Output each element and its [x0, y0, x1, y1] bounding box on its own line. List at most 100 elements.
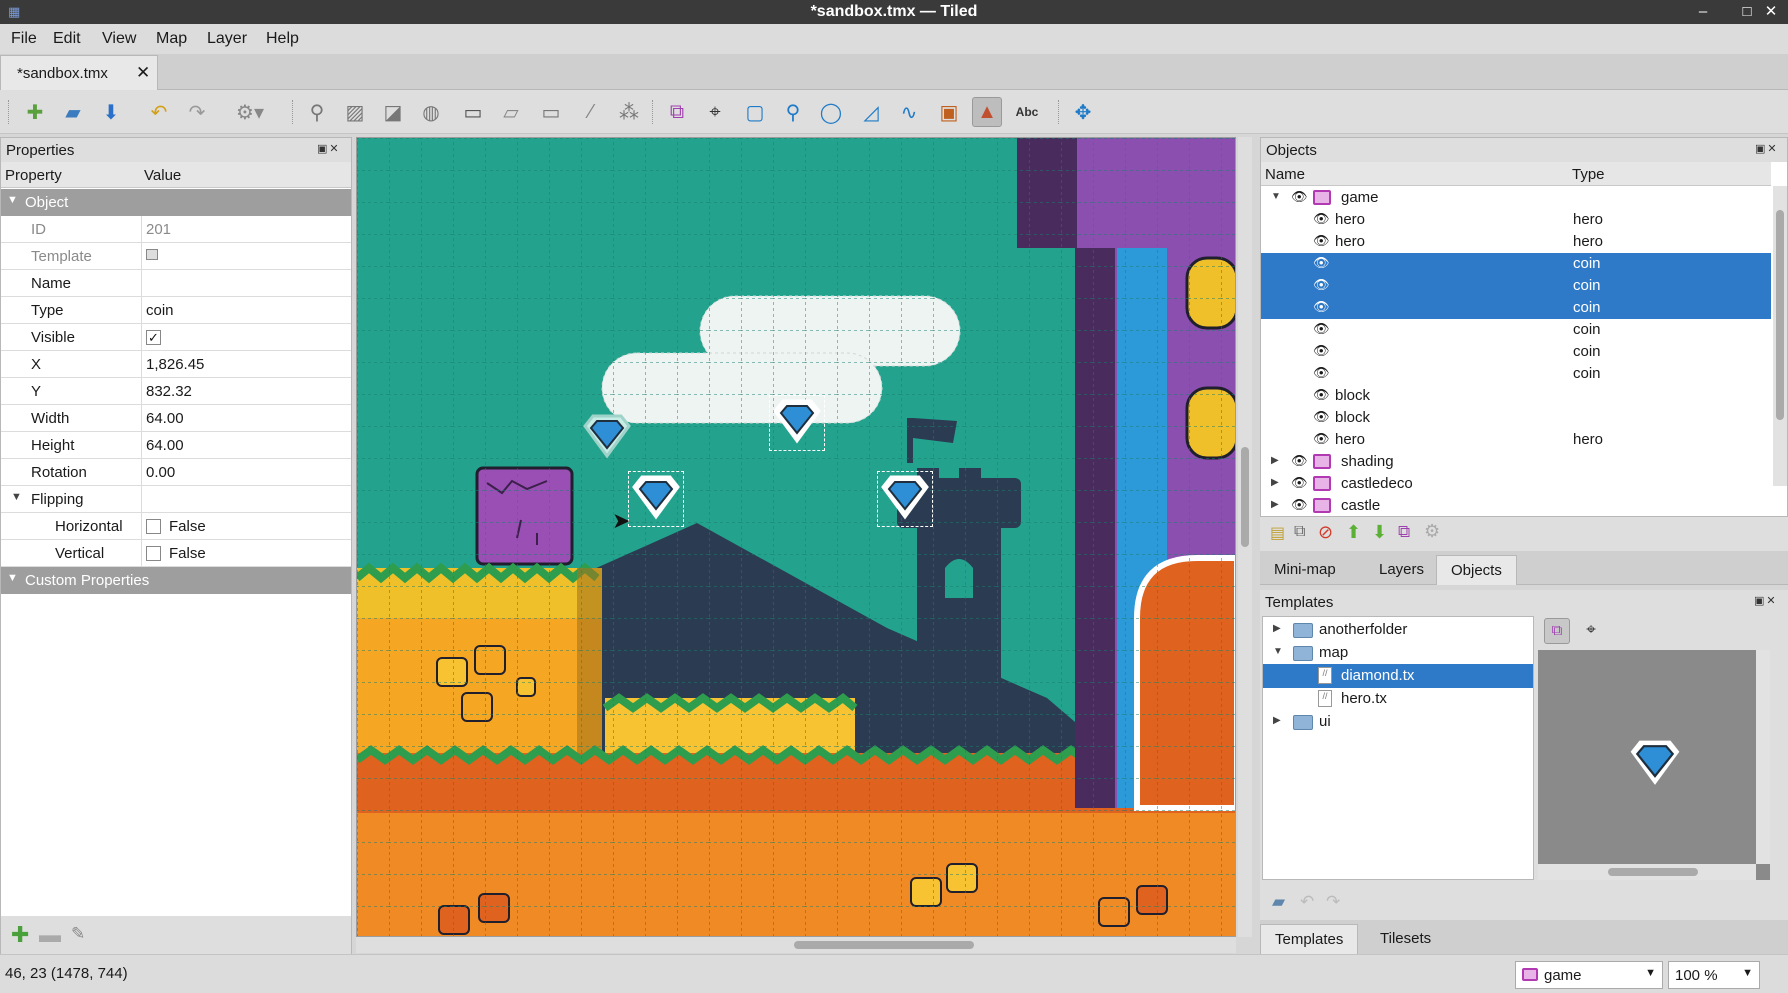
duplicate-icon[interactable]: ⧉: [1294, 523, 1305, 541]
document-tab[interactable]: *sandbox.tmx ✕: [0, 55, 158, 90]
minimize-icon[interactable]: –: [1692, 2, 1714, 22]
insert-ellipse-icon[interactable]: ◯: [816, 97, 846, 127]
visibility-eye-icon[interactable]: 👁: [1313, 299, 1330, 315]
flip-horizontal-checkbox[interactable]: [146, 519, 161, 534]
object-row[interactable]: 👁 coin: [1261, 363, 1771, 385]
group-custom-properties[interactable]: ▼ Custom Properties: [1, 567, 351, 594]
coin-diamond[interactable]: [579, 410, 635, 466]
visibility-eye-icon[interactable]: 👁: [1313, 431, 1330, 447]
insert-text-icon[interactable]: Abc: [1012, 97, 1042, 127]
expand-icon[interactable]: ▶: [1271, 477, 1279, 488]
move-to-layer-icon[interactable]: ⧉: [1398, 522, 1410, 542]
prop-visible[interactable]: Visible ✓: [1, 324, 351, 351]
expand-icon[interactable]: ▶: [1273, 715, 1281, 726]
object-row[interactable]: 👁 hero hero: [1261, 209, 1771, 231]
move-up-icon[interactable]: ⬆: [1346, 522, 1361, 543]
object-row[interactable]: 👁 hero hero: [1261, 429, 1771, 451]
visibility-eye-icon[interactable]: 👁: [1313, 233, 1330, 249]
col-name[interactable]: Name: [1265, 166, 1305, 183]
object-row[interactable]: 👁 coin: [1261, 341, 1771, 363]
col-property[interactable]: Property: [5, 167, 62, 184]
object-row[interactable]: 👁 block: [1261, 385, 1771, 407]
close-tab-icon[interactable]: ✕: [136, 63, 150, 83]
visible-checkbox[interactable]: ✓: [146, 330, 161, 345]
maximize-icon[interactable]: □: [1736, 2, 1758, 22]
insert-point-icon[interactable]: ⚲: [778, 97, 808, 127]
stamp-brush-icon[interactable]: ⚲: [302, 97, 332, 127]
object-layer-row[interactable]: ▶ 👁 shading: [1261, 451, 1771, 473]
new-layer-icon[interactable]: ▤: [1270, 523, 1285, 543]
visibility-eye-icon[interactable]: 👁: [1291, 453, 1308, 469]
prop-type[interactable]: Type coin: [1, 297, 351, 324]
dock-float-icon[interactable]: ▣✕: [1755, 142, 1779, 155]
prop-rotation[interactable]: Rotation 0.00: [1, 459, 351, 486]
map-horizontal-scrollbar[interactable]: [356, 937, 1236, 953]
flip-vertical-checkbox[interactable]: [146, 546, 161, 561]
objects-scroll-thumb[interactable]: [1776, 210, 1784, 420]
prop-name[interactable]: Name: [1, 270, 351, 297]
map-canvas[interactable]: ➤: [356, 137, 1236, 937]
object-layer-row[interactable]: ▼ 👁 game: [1261, 187, 1771, 209]
edit-template-tool-icon[interactable]: ⌖: [1578, 618, 1604, 644]
object-row[interactable]: 👁 coin: [1261, 275, 1771, 297]
visibility-eye-icon[interactable]: 👁: [1313, 409, 1330, 425]
object-row[interactable]: 👁 block: [1261, 407, 1771, 429]
rename-property-icon[interactable]: ✎: [71, 924, 85, 944]
insert-polyline-icon[interactable]: ∿: [894, 97, 924, 127]
new-file-icon[interactable]: ✚: [20, 97, 50, 127]
select-objects-icon[interactable]: ⧉: [662, 97, 692, 127]
tab-layers[interactable]: Layers: [1365, 555, 1438, 585]
terrain-brush-icon[interactable]: ▨: [340, 97, 370, 127]
prop-flip-vertical[interactable]: Vertical False: [1, 540, 351, 567]
shape-fill-icon[interactable]: ▭: [458, 97, 488, 127]
col-type[interactable]: Type: [1572, 166, 1605, 183]
remove-property-icon[interactable]: ▬: [39, 922, 61, 948]
eraser-icon[interactable]: ▱: [496, 97, 526, 127]
dock-float-icon[interactable]: ▣✕: [317, 142, 341, 155]
insert-rectangle-icon[interactable]: ▢: [740, 97, 770, 127]
commands-gear-icon[interactable]: ⚙▾: [228, 97, 272, 127]
visibility-eye-icon[interactable]: 👁: [1313, 321, 1330, 337]
zoom-combo[interactable]: 100 % ▼: [1668, 961, 1760, 989]
menu-layer[interactable]: Layer: [207, 30, 247, 48]
prop-flip-horizontal[interactable]: Horizontal False: [1, 513, 351, 540]
horizontal-scroll-thumb[interactable]: [794, 941, 974, 949]
col-value[interactable]: Value: [144, 167, 181, 184]
delete-icon[interactable]: ⊘: [1318, 522, 1333, 543]
menu-view[interactable]: View: [102, 30, 136, 48]
move-icon[interactable]: ✥: [1068, 97, 1098, 127]
undo-icon[interactable]: ↶: [1300, 892, 1314, 912]
move-down-icon[interactable]: ⬇: [1372, 522, 1387, 543]
object-row[interactable]: 👁 coin: [1261, 297, 1771, 319]
object-layer-row[interactable]: ▶ 👁 castledeco: [1261, 473, 1771, 495]
current-layer-combo[interactable]: game ▼: [1515, 961, 1663, 989]
redo-icon[interactable]: ↷: [1326, 892, 1340, 912]
prop-height[interactable]: Height 64.00: [1, 432, 351, 459]
open-file-icon[interactable]: ▰: [58, 97, 88, 127]
bucket-fill-icon[interactable]: ◍: [416, 97, 446, 127]
wang-brush-icon[interactable]: ◪: [378, 97, 408, 127]
prop-width[interactable]: Width 64.00: [1, 405, 351, 432]
visibility-eye-icon[interactable]: 👁: [1313, 387, 1330, 403]
visibility-eye-icon[interactable]: 👁: [1313, 365, 1330, 381]
preview-hscroll-thumb[interactable]: [1608, 868, 1698, 876]
vertical-scroll-thumb[interactable]: [1241, 447, 1249, 547]
template-folder-row[interactable]: ▶ ui: [1263, 710, 1533, 734]
insert-tile-icon[interactable]: ▣: [934, 97, 964, 127]
group-object[interactable]: ▼ Object: [1, 189, 351, 216]
collapse-icon[interactable]: ▼: [1271, 191, 1281, 202]
dock-float-icon[interactable]: ▣✕: [1754, 594, 1778, 607]
visibility-eye-icon[interactable]: 👁: [1313, 211, 1330, 227]
select-same-tile-icon[interactable]: ⁂: [614, 97, 644, 127]
coin-diamond[interactable]: [628, 471, 684, 527]
collapse-icon[interactable]: ▼: [7, 194, 18, 206]
menu-file[interactable]: File: [11, 30, 37, 48]
object-row[interactable]: 👁 coin: [1261, 253, 1771, 275]
objects-scrollbar[interactable]: [1773, 186, 1787, 486]
object-row[interactable]: 👁 hero hero: [1261, 231, 1771, 253]
menu-edit[interactable]: Edit: [53, 30, 81, 48]
close-window-icon[interactable]: ✕: [1760, 2, 1782, 22]
template-picker-icon[interactable]: [146, 249, 158, 260]
template-folder-row[interactable]: ▶ anotherfolder: [1263, 618, 1533, 642]
undo-icon[interactable]: ↶: [144, 97, 174, 127]
